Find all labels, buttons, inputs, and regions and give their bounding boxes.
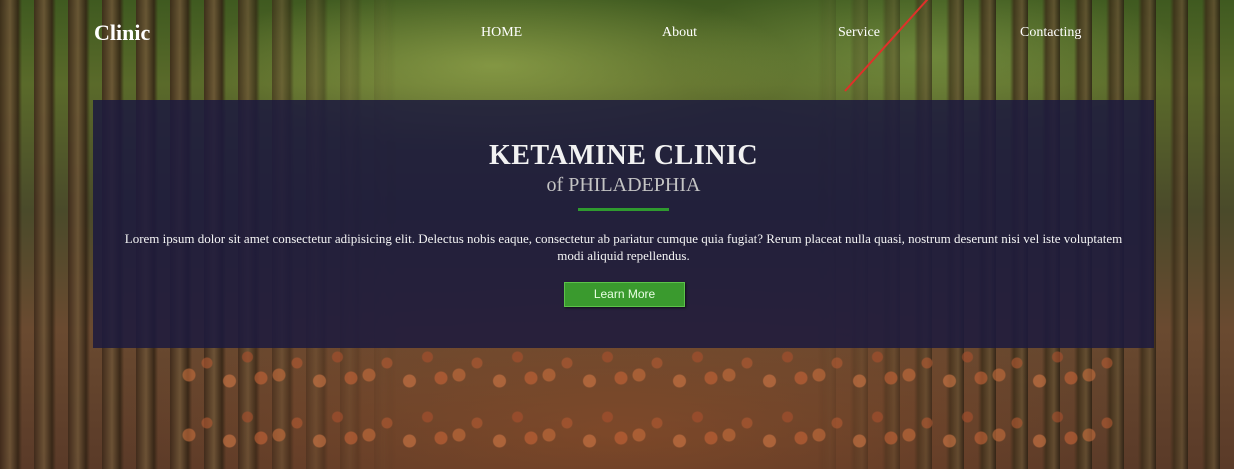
nav-link-home[interactable]: HOME: [481, 25, 522, 41]
hero-title: KETAMINE CLINIC: [488, 140, 759, 171]
nav-link-contacting[interactable]: Contacting: [1020, 25, 1081, 41]
nav-link-service[interactable]: Service: [838, 25, 880, 41]
hero-description: Lorem ipsum dolor sit amet consectetur a…: [124, 231, 1123, 263]
learn-more-button[interactable]: Learn More: [564, 282, 685, 307]
fallen-leaves: [180, 339, 1114, 469]
hero-panel: KETAMINE CLINIC of PHILADEPHIA Lorem ips…: [93, 100, 1154, 348]
nav-link-about[interactable]: About: [662, 25, 697, 41]
hero-subtitle: of PHILADEPHIA: [546, 174, 701, 196]
brand-logo[interactable]: Clinic: [94, 20, 150, 46]
hero-divider: [578, 208, 669, 211]
top-navigation: Clinic HOME About Service Contacting: [0, 0, 1234, 66]
